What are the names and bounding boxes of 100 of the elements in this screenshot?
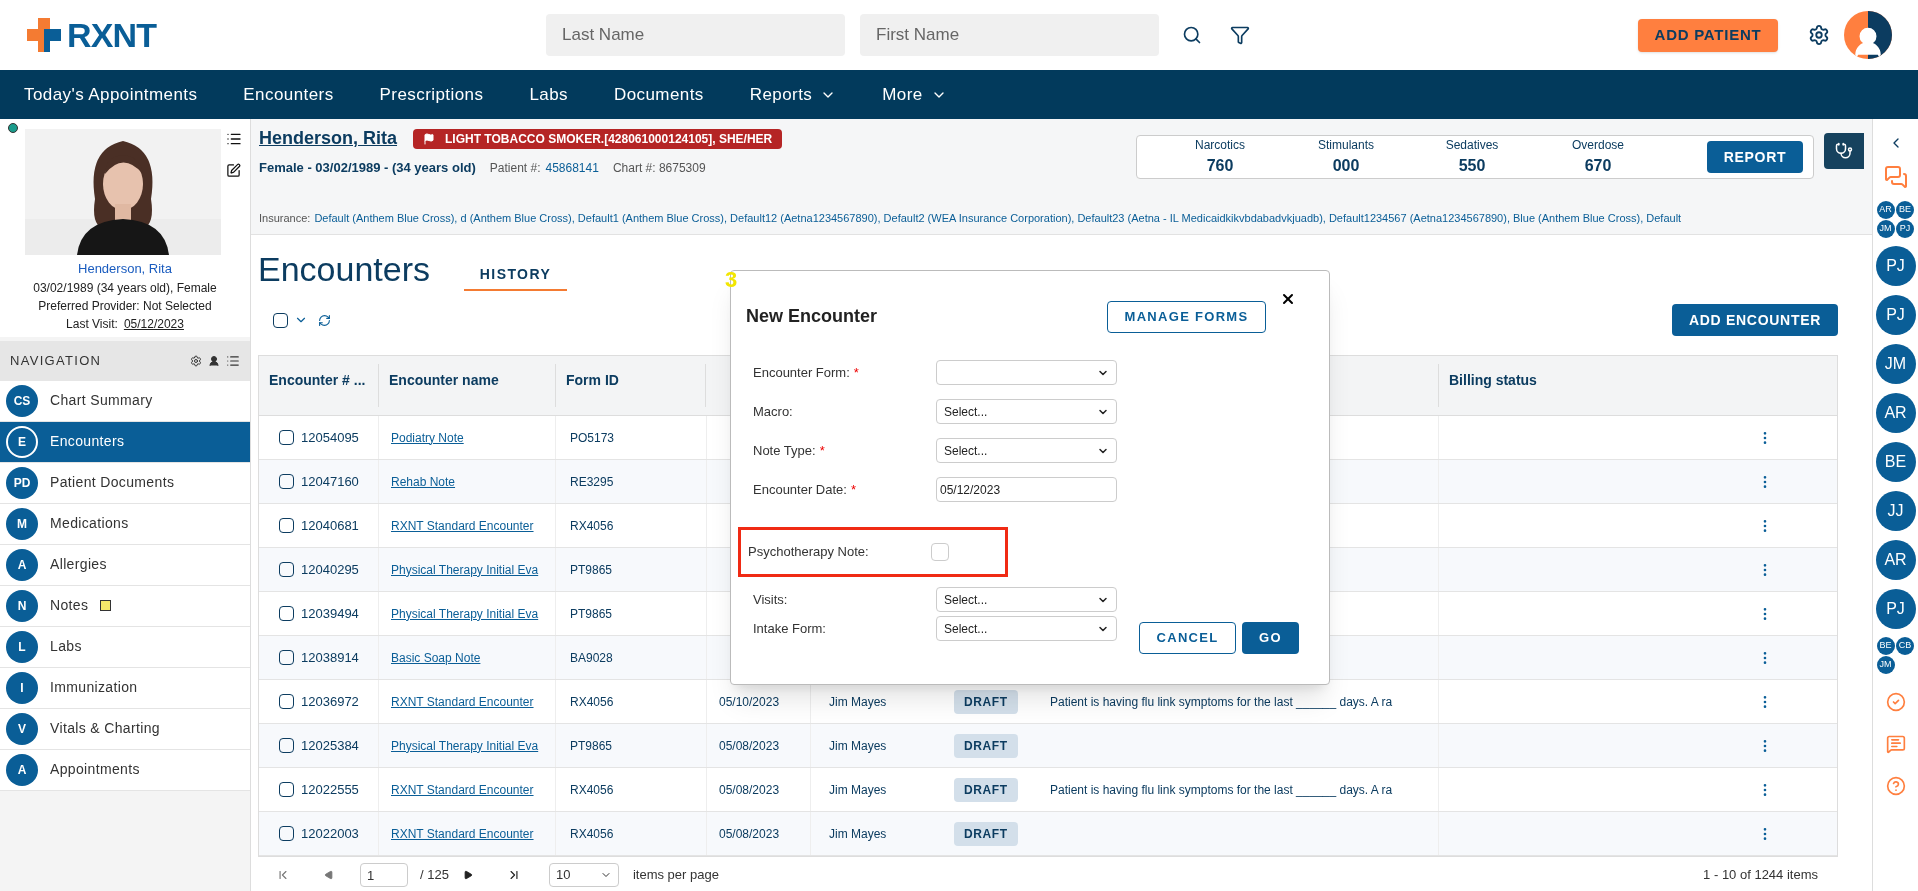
avatar[interactable]: BE [1896,201,1914,219]
counter-value: 670 [1584,156,1612,176]
search-field[interactable]: Last Name [546,14,845,56]
encounter-link[interactable]: RXNT Standard Encounter [391,780,534,799]
nav-item[interactable]: Encounters [243,81,334,108]
row-checkbox[interactable] [279,474,294,489]
close-icon[interactable] [1280,291,1296,307]
nav-item[interactable]: Reports [749,81,837,108]
nav-item[interactable]: Labs [529,81,568,108]
page-field[interactable]: 1 [360,863,408,887]
encounter-link[interactable]: Basic Soap Note [391,648,481,667]
last-visit-link[interactable]: 05/12/2023 [123,314,184,333]
checkbox[interactable] [273,312,288,328]
column-header[interactable]: Encounter # ... [259,364,379,407]
edit-icon[interactable] [226,163,241,178]
nav-item[interactable]: More [882,81,947,108]
table-cell: 05/08/2023 [706,724,810,767]
row-checkbox[interactable] [279,694,294,709]
avatar[interactable]: AR [1876,201,1895,219]
column-header[interactable]: Form ID [556,364,706,407]
sidebar-item[interactable]: V Vitals & Charting [0,708,250,750]
counter-value: 000 [1332,156,1360,176]
user-avatar[interactable] [1844,11,1892,59]
avatar[interactable]: JJ [1875,491,1916,531]
encounter-link[interactable]: RXNT Standard Encounter [391,516,534,535]
patient-name[interactable]: Henderson, Rita [78,259,172,279]
manage-forms-button[interactable]: MANAGE FORMS [1107,301,1266,333]
patient-detail: Preferred Provider: Not Selected [38,297,212,315]
row-checkbox[interactable] [279,650,294,665]
report-button[interactable]: REPORT [1707,141,1803,173]
sidebar-item[interactable]: E Encounters [0,421,250,463]
avatar[interactable]: BE [1876,637,1895,655]
avatar[interactable]: JM [1875,344,1916,384]
column-header[interactable]: Billing status [1439,364,1837,407]
add-patient-button[interactable]: ADD PATIENT [1638,18,1778,52]
sidebar-item[interactable]: M Medications [0,503,250,545]
avatar[interactable]: AR [1875,540,1916,580]
encounter-link[interactable]: Rehab Note [391,472,456,491]
row-checkbox[interactable] [279,826,294,841]
avatar[interactable]: JM [1876,656,1895,674]
select-field[interactable] [936,360,1117,385]
select-field[interactable]: Select... [936,616,1117,641]
date-field[interactable]: 05/12/2023 [936,477,1117,502]
select-field[interactable]: Select... [936,399,1117,424]
select-field[interactable]: Select... [936,438,1117,463]
avatar[interactable]: CB [1896,637,1914,655]
encounter-link[interactable]: Podiatry Note [391,428,464,447]
row-checkbox[interactable] [279,430,294,445]
avatar[interactable]: JM [1876,220,1895,238]
avatar[interactable]: PJ [1875,589,1916,629]
patient-name[interactable]: Henderson, Rita [259,125,398,152]
search-icon[interactable] [1182,25,1202,45]
nav-item[interactable]: Prescriptions [379,81,484,108]
list-icon[interactable] [226,131,242,147]
row-checkbox[interactable] [279,518,294,533]
avatar[interactable]: AR [1875,393,1916,433]
sidebar-item[interactable]: CS Chart Summary [0,380,250,422]
select-field[interactable]: Select... [936,587,1117,612]
row-checkbox[interactable] [279,782,294,797]
sidebar-item[interactable]: PD Patient Documents [0,462,250,504]
sidebar-item[interactable]: L Labs [0,626,250,668]
row-checkbox[interactable] [279,606,294,621]
table-cell-text: 12038914 [301,648,359,667]
go-button[interactable]: GO [1242,622,1299,654]
next-page-icon[interactable] [462,870,473,880]
first-page-icon[interactable] [276,868,290,882]
insurance-list[interactable]: Default (Anthem Blue Cross), d (Anthem Blue Cross), Default1 (Anthem Blue Cross), Default12 (Aetna1234567890), Default2 (WEA Insurance Corporation), Default23 (Aetna - IL Medicaidkikvbdabadvkjuadb), Default1234567 (Aetna1234567890), Blue (Anthem Blue Cross), Default [314,209,1682,226]
column-header[interactable]: Encounter name [379,364,556,407]
patient-number-link[interactable]: 45868141 [545,158,599,177]
user-icon[interactable] [208,354,220,367]
sidebar-item[interactable]: N Notes [0,585,250,627]
stethoscope-button[interactable] [1824,133,1864,169]
row-checkbox[interactable] [279,562,294,577]
filter-icon[interactable] [1230,25,1250,45]
add-encounter-button[interactable]: ADD ENCOUNTER [1672,304,1838,336]
cancel-button[interactable]: CANCEL [1139,622,1236,654]
refresh-icon[interactable] [318,313,331,327]
avatar[interactable]: PJ [1875,246,1916,286]
sidebar-item[interactable]: A Allergies [0,544,250,586]
avatar[interactable]: PJ [1896,220,1914,238]
encounter-link[interactable]: Physical Therapy Initial Eva [391,736,539,755]
tab[interactable]: HISTORY [464,264,567,291]
row-checkbox[interactable] [279,738,294,753]
nav-item[interactable]: Today's Appointments [24,81,198,108]
encounter-link[interactable]: Physical Therapy Initial Eva [391,604,539,623]
sidebar-item[interactable]: A Appointments [0,749,250,791]
sidebar-item[interactable]: I Immunization [0,667,250,709]
settings-icon[interactable] [190,354,202,367]
table-cell-text: PO5173 [569,429,616,447]
search-field[interactable]: First Name [860,14,1159,56]
avatar[interactable]: PJ [1875,295,1916,335]
encounter-link[interactable]: Physical Therapy Initial Eva [391,560,539,579]
encounter-link[interactable]: RXNT Standard Encounter [391,824,534,843]
nav-item[interactable]: Documents [613,81,704,108]
previous-page-icon[interactable] [324,870,334,880]
encounter-link[interactable]: RXNT Standard Encounter [391,692,534,711]
avatar[interactable]: BE [1875,442,1916,482]
initials-badge: M [6,507,38,540]
per-page-select[interactable]: 10 [548,863,619,887]
settings-icon[interactable] [1808,24,1830,46]
